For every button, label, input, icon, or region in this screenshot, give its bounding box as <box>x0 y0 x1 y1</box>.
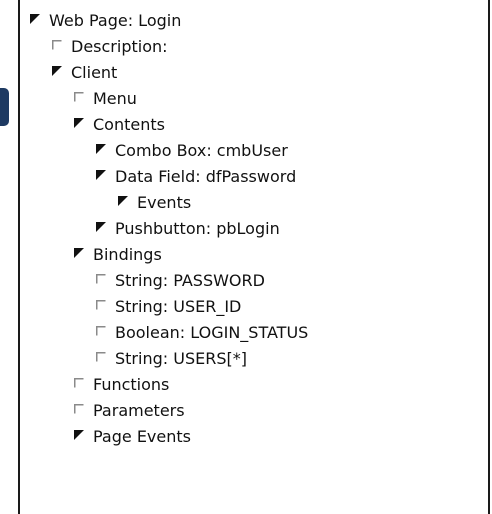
tree-node[interactable]: String: USERS[*] <box>96 346 247 372</box>
collapsed-corner-icon[interactable] <box>74 404 84 414</box>
expanded-triangle-icon[interactable] <box>118 196 128 206</box>
expanded-triangle-icon[interactable] <box>74 430 84 440</box>
expanded-triangle-icon[interactable] <box>96 144 106 154</box>
tree-node-label: Web Page: Login <box>49 11 182 30</box>
collapsed-corner-icon[interactable] <box>96 274 106 284</box>
tree-node-label: Page Events <box>93 427 191 446</box>
tree-node[interactable]: Parameters <box>74 398 185 424</box>
tree-node-label: Menu <box>93 89 137 108</box>
outline-tree-panel: Web Page: Login Description: Client Menu Con… <box>18 0 490 514</box>
tree-node-label: Pushbutton: pbLogin <box>115 219 280 238</box>
tree-node[interactable]: Events <box>118 190 191 216</box>
expanded-triangle-icon[interactable] <box>52 66 62 76</box>
tree-node[interactable]: Page Events <box>74 424 191 450</box>
tree-node-label: Combo Box: cmbUser <box>115 141 288 160</box>
tree-node-label: Parameters <box>93 401 185 420</box>
tree-node[interactable]: Description: <box>52 34 168 60</box>
tree-node[interactable]: Functions <box>74 372 169 398</box>
expanded-triangle-icon[interactable] <box>74 118 84 128</box>
expanded-triangle-icon[interactable] <box>96 170 106 180</box>
tree-node-label: Boolean: LOGIN_STATUS <box>115 323 309 342</box>
tree-node-label: String: USERS[*] <box>115 349 247 368</box>
tree-node-label: Events <box>137 193 192 212</box>
tree-node-label: Description: <box>71 37 168 56</box>
collapsed-corner-icon[interactable] <box>74 92 84 102</box>
expanded-triangle-icon[interactable] <box>96 222 106 232</box>
expanded-triangle-icon[interactable] <box>74 248 84 258</box>
tree-node[interactable]: Combo Box: cmbUser <box>96 138 288 164</box>
tree-node-label: Contents <box>93 115 165 134</box>
tree-node[interactable]: Contents <box>74 112 165 138</box>
screenshot-page: Web Page: Login Description: Client Menu Con… <box>0 0 492 514</box>
collapsed-corner-icon[interactable] <box>96 352 106 362</box>
tree-node-label: String: USER_ID <box>115 297 242 316</box>
tree-node-label: Client <box>71 63 118 82</box>
collapsed-corner-icon[interactable] <box>74 378 84 388</box>
tree-node-label: Functions <box>93 375 170 394</box>
tree-node[interactable]: Client <box>52 60 117 86</box>
cropped-glyph-fragment <box>0 88 9 126</box>
tree-node[interactable]: Boolean: LOGIN_STATUS <box>96 320 308 346</box>
tree-node[interactable]: Pushbutton: pbLogin <box>96 216 280 242</box>
tree-node[interactable]: Web Page: Login <box>30 8 181 34</box>
collapsed-corner-icon[interactable] <box>96 300 106 310</box>
tree-node-label: String: PASSWORD <box>115 271 265 290</box>
tree-node[interactable]: Bindings <box>74 242 162 268</box>
tree-node-label: Data Field: dfPassword <box>115 167 297 186</box>
tree-node[interactable]: Menu <box>74 86 137 112</box>
expanded-triangle-icon[interactable] <box>30 14 40 24</box>
tree-node-label: Bindings <box>93 245 162 264</box>
tree-node[interactable]: String: PASSWORD <box>96 268 265 294</box>
tree-node[interactable]: Data Field: dfPassword <box>96 164 296 190</box>
collapsed-corner-icon[interactable] <box>52 40 62 50</box>
tree-node[interactable]: String: USER_ID <box>96 294 241 320</box>
collapsed-corner-icon[interactable] <box>96 326 106 336</box>
